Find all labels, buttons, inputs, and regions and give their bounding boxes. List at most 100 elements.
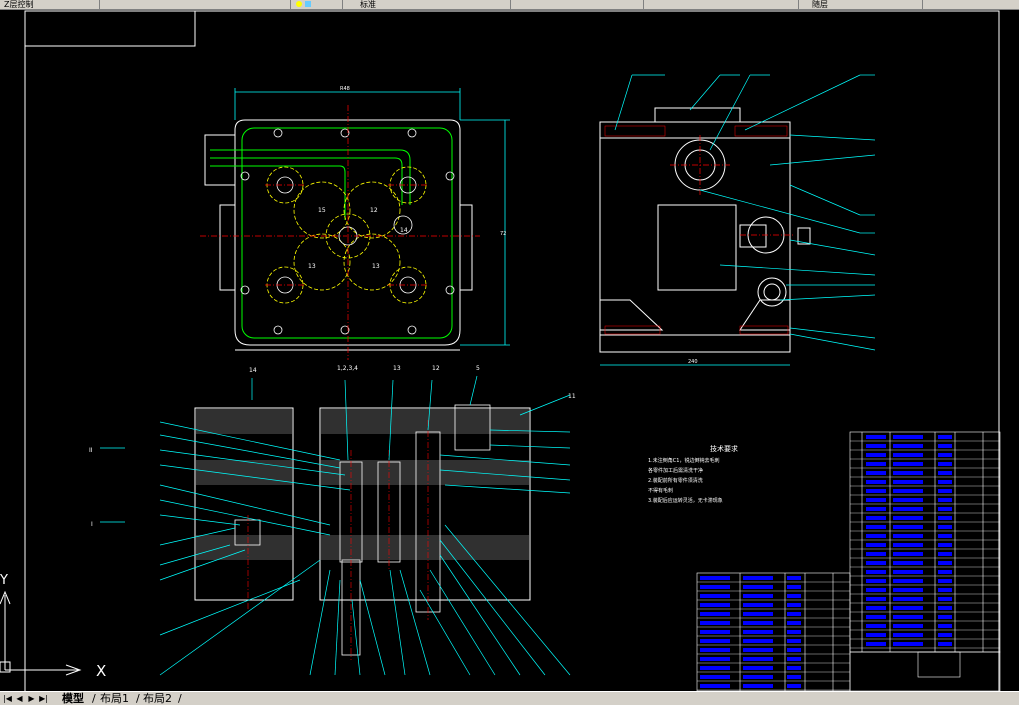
bom-cell-fill <box>893 597 923 601</box>
tab-layout2[interactable]: 布局2 <box>143 692 172 705</box>
gear-label-5: 13 <box>372 263 380 270</box>
bom-cell-fill <box>893 498 923 502</box>
bom-cell-fill <box>893 525 923 529</box>
last-tab-button[interactable]: ▶| <box>38 693 49 704</box>
gear-label-2: 12 <box>370 207 378 214</box>
left-marker-I: I <box>91 521 93 528</box>
bom-cell-fill <box>700 603 730 607</box>
linetype-control[interactable] <box>503 0 644 9</box>
bom-cell-fill <box>787 639 801 643</box>
layer-control[interactable]: Z层控制 <box>0 0 100 9</box>
bom-cell-fill <box>787 684 801 688</box>
bom-cell-fill <box>893 480 923 484</box>
bom-cell-fill <box>938 480 952 484</box>
section-view[interactable]: 14 1,2,3,4 13 12 5 11 II I <box>89 365 576 676</box>
bom-cell-fill <box>938 435 952 439</box>
ucs-y-label: Y <box>0 573 8 588</box>
section-view-parts <box>234 404 491 656</box>
tech-notes: 技术要求 1.未注倒角C1，锐边倒钝去毛刺 各零件加工后需清洗干净 2.装配前所… <box>648 444 738 504</box>
section-label-13: 13 <box>393 365 401 372</box>
lightbulb-icon[interactable] <box>296 1 302 7</box>
bom-cell-fill <box>893 642 923 646</box>
section-label-11: 11 <box>568 393 576 400</box>
bom-cell-fill <box>893 489 923 493</box>
bom-cell-fill <box>700 612 730 616</box>
bom-rows-lower <box>697 581 850 691</box>
bom-cell-fill <box>787 666 801 670</box>
bom-cell-fill <box>743 585 773 589</box>
bom-cell-fill <box>700 648 730 652</box>
bom-cell-fill <box>700 576 730 580</box>
tech-line-4: 不得有毛刺 <box>648 487 673 494</box>
first-tab-button[interactable]: |◀ <box>2 693 13 704</box>
next-tab-button[interactable]: ▶ <box>26 693 37 704</box>
bom-cell-fill <box>938 471 952 475</box>
bom-cell-fill <box>893 552 923 556</box>
palette-icon[interactable] <box>305 1 311 7</box>
right-view[interactable]: 240 <box>599 74 876 366</box>
top-view-width-dim: R48 <box>340 86 350 92</box>
bom-cell-fill <box>700 684 730 688</box>
toolbar-icons[interactable] <box>292 0 343 9</box>
bom-cell-fill <box>866 543 886 547</box>
bom-cell-fill <box>893 633 923 637</box>
section-labels: 14 1,2,3,4 13 12 5 11 II I <box>89 365 576 528</box>
bom-cell-fill <box>866 444 886 448</box>
tech-line-2: 各零件加工后需清洗干净 <box>648 467 703 474</box>
bom-cell-fill <box>700 675 730 679</box>
bom-cell-fill <box>866 552 886 556</box>
bom-cell-fill <box>787 657 801 661</box>
section-label-1234: 1,2,3,4 <box>337 365 358 372</box>
bom-cell-fill <box>893 588 923 592</box>
bom-cell-fill <box>700 639 730 643</box>
tab-separator-icon: / <box>92 692 96 705</box>
bom-cell-fill <box>938 534 952 538</box>
tab-layout1[interactable]: 布局1 <box>100 692 129 705</box>
tech-line-3: 2.装配前所有零件须清洗 <box>648 477 703 484</box>
bom-cell-fill <box>866 633 886 637</box>
bom-cell-fill <box>893 615 923 619</box>
bom-cell-fill <box>938 543 952 547</box>
bom-cell-fill <box>938 642 952 646</box>
tab-model[interactable]: 模型 <box>62 692 84 705</box>
bom-cell-fill <box>893 507 923 511</box>
bom-cell-fill <box>893 444 923 448</box>
bom-cell-fill <box>700 585 730 589</box>
top-view[interactable]: R48 72 15 12 14 13 13 <box>200 86 510 360</box>
section-label-14: 14 <box>249 367 257 374</box>
gear-label-1: 15 <box>318 207 326 214</box>
bom-cell-fill <box>787 630 801 634</box>
bom-cell-fill <box>938 489 952 493</box>
bom-cell-fill <box>893 516 923 520</box>
lineweight-control[interactable] <box>648 0 799 9</box>
left-marker-II: II <box>89 447 93 454</box>
bom-cell-fill <box>938 624 952 628</box>
bom-cell-fill <box>938 606 952 610</box>
toolbar: Z层控制 标准 随层 <box>0 0 1019 10</box>
bom-cell-fill <box>743 684 773 688</box>
bom-cell-fill <box>866 624 886 628</box>
bom-cell-fill <box>893 462 923 466</box>
bom-cell-fill <box>743 603 773 607</box>
bom-cell-fill <box>866 597 886 601</box>
bom-cell-fill <box>787 594 801 598</box>
bom-cell-fill <box>893 543 923 547</box>
bom-table[interactable] <box>696 431 1001 691</box>
top-view-outline <box>204 119 473 351</box>
cad-drawing[interactable]: X Y R48 72 15 12 14 13 13 240 14 1,2,3,4… <box>0 10 1019 691</box>
right-view-outline <box>599 107 811 353</box>
bom-cell-fill <box>700 621 730 625</box>
drawing-canvas[interactable]: X Y R48 72 15 12 14 13 13 240 14 1,2,3,4… <box>0 10 1019 691</box>
ucs-x-label: X <box>96 662 106 680</box>
bom-cell-fill <box>938 462 952 466</box>
bom-cell-fill <box>787 585 801 589</box>
bom-cell-fill <box>893 435 923 439</box>
prev-tab-button[interactable]: ◀ <box>14 693 25 704</box>
gear-labels: 15 12 14 13 13 <box>308 207 408 270</box>
tech-line-1: 1.未注倒角C1，锐边倒钝去毛刺 <box>648 457 719 464</box>
color-control[interactable]: 随层 <box>806 0 923 9</box>
bom-cell-fill <box>866 489 886 493</box>
style-label: 标准 <box>360 0 376 9</box>
style-control[interactable]: 标准 <box>348 0 511 9</box>
bom-cell-fill <box>938 453 952 457</box>
